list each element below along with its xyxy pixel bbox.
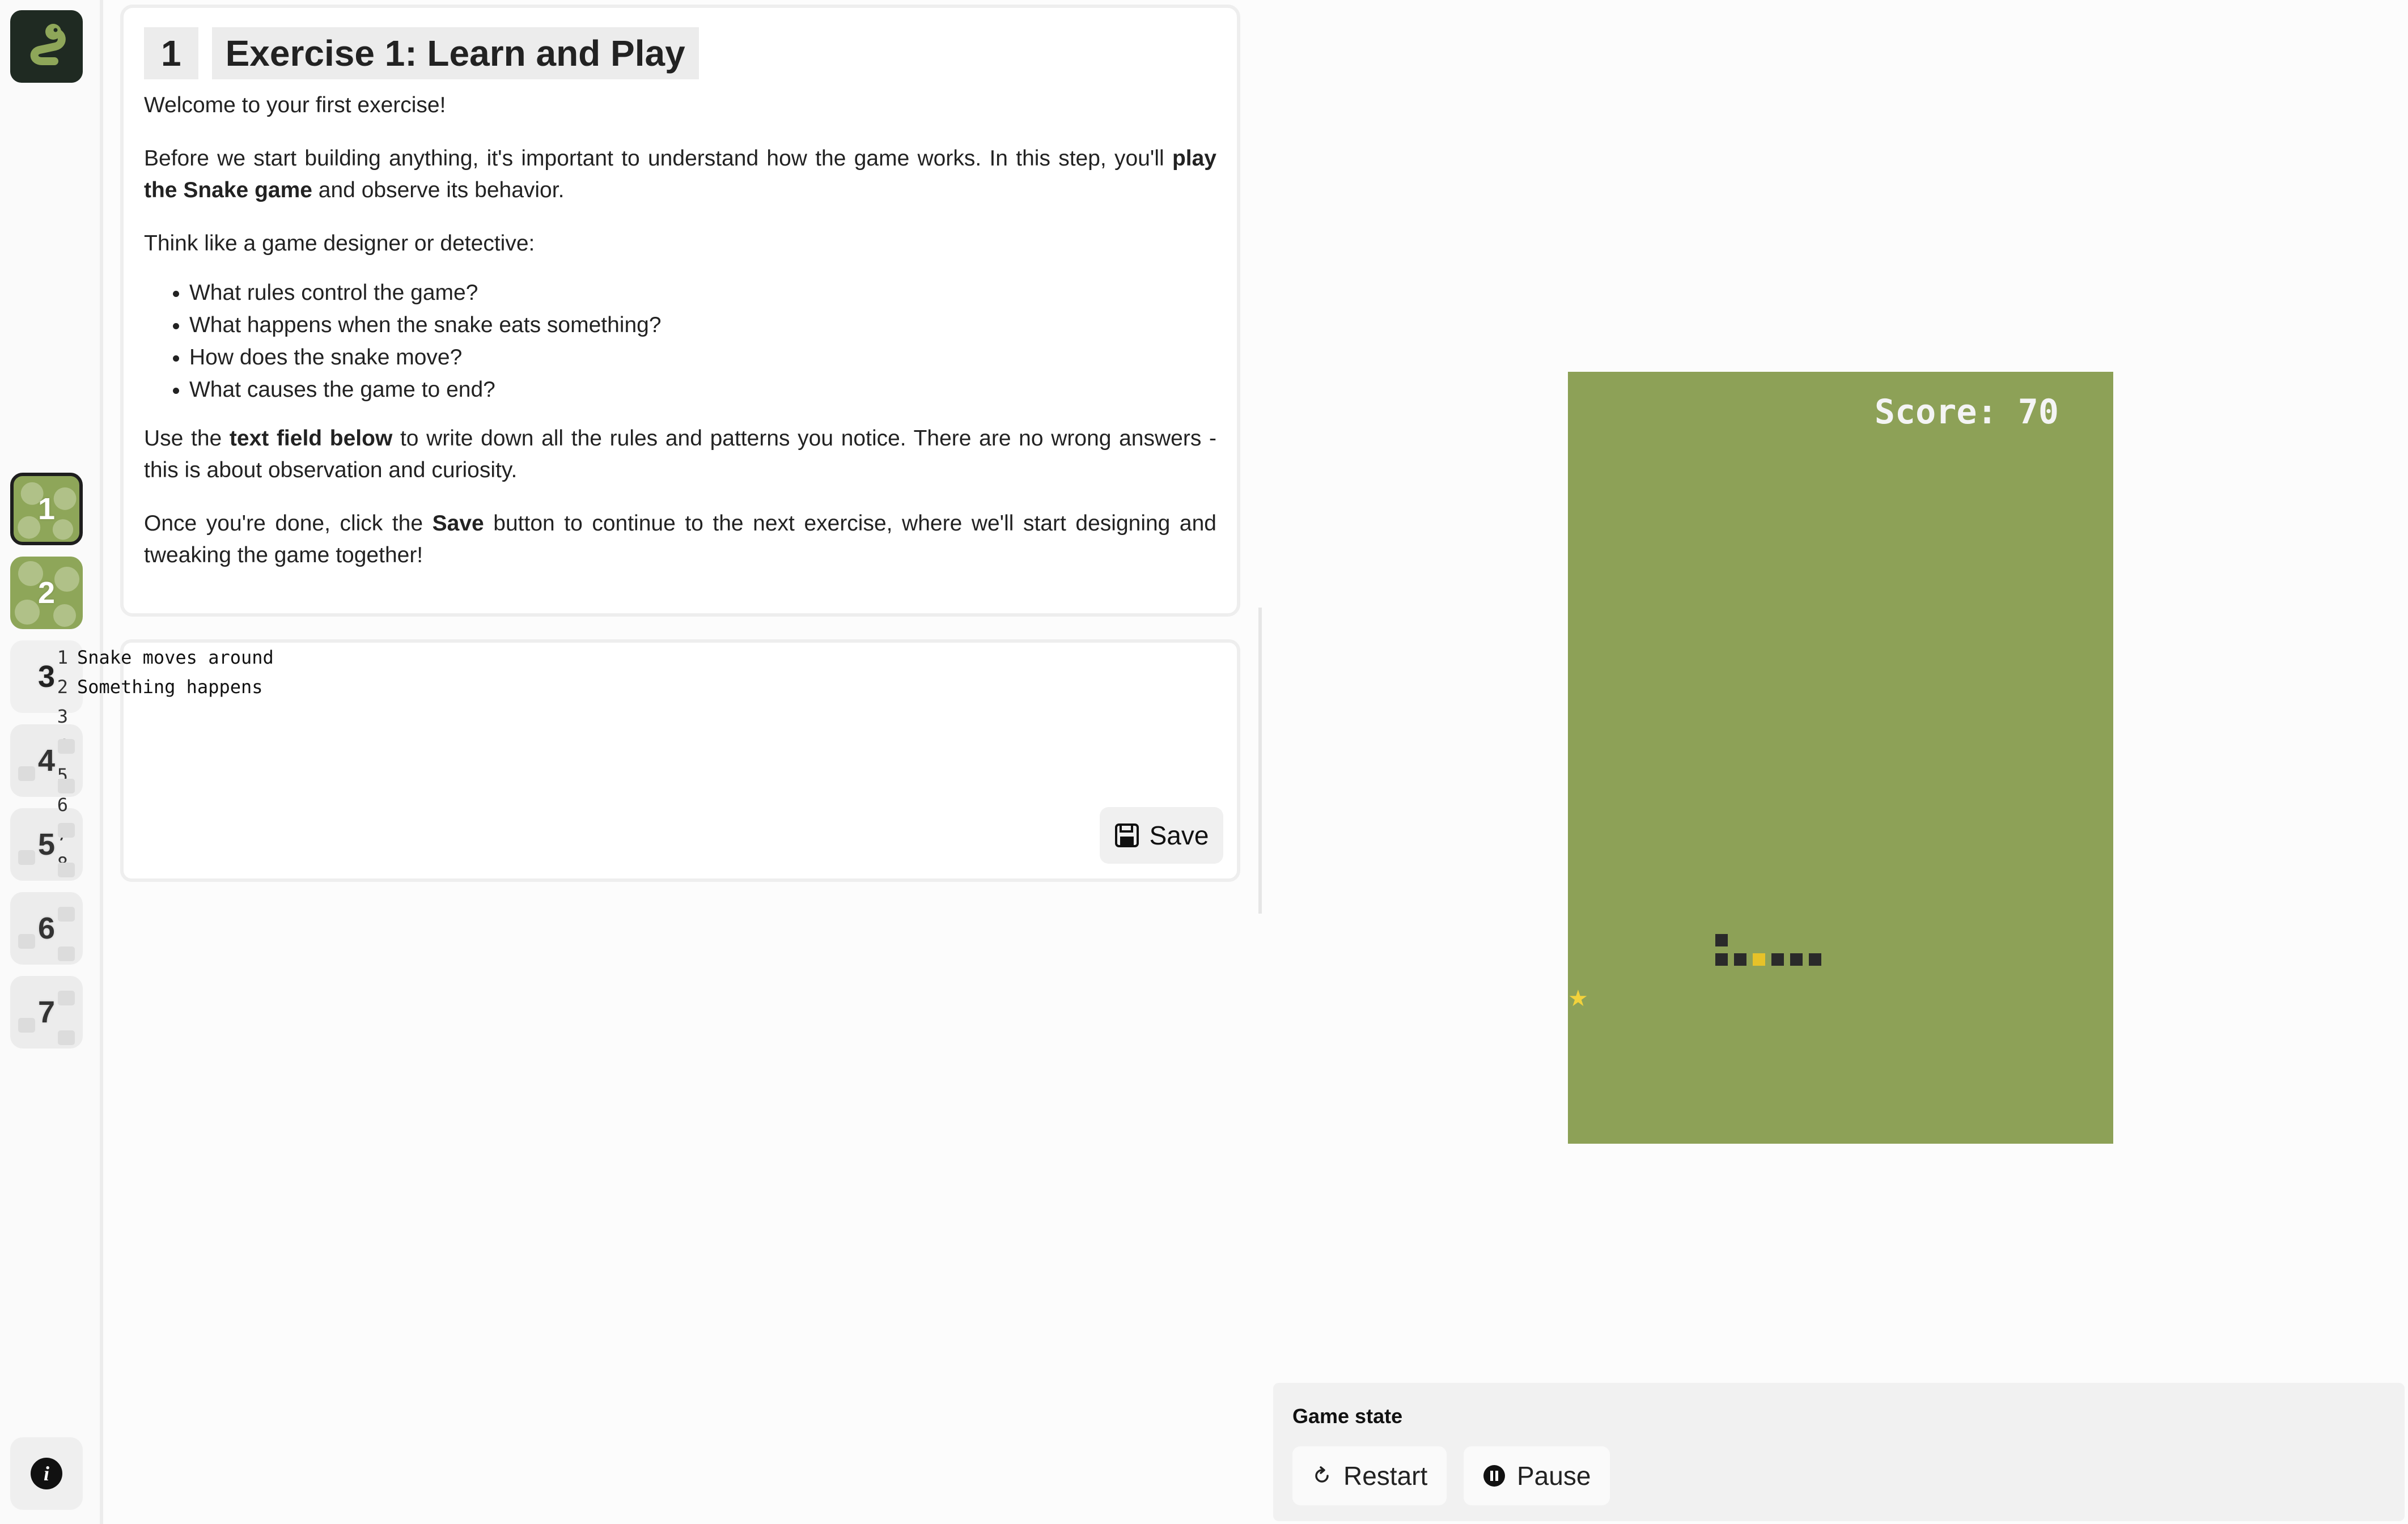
snake-head (1753, 953, 1765, 966)
game-state-panel: Game state Restart Pause (1273, 1383, 2405, 1521)
editor-line: 1 Snake moves around (34, 643, 274, 672)
list-item: What causes the game to end? (189, 373, 1216, 406)
pause-icon (1483, 1465, 1505, 1487)
instructions-card: 1 Exercise 1: Learn and Play Welcome to … (120, 5, 1240, 617)
restart-icon (1315, 1466, 1329, 1483)
paragraph-3: Use the text field below to write down a… (144, 426, 1216, 482)
svg-text:i: i (44, 1462, 49, 1485)
floppy-disk-icon (1114, 823, 1139, 847)
info-button[interactable]: i (10, 1437, 83, 1510)
step-1-label: 1 (37, 492, 56, 526)
step-6-label: 6 (37, 911, 56, 945)
line-text[interactable]: Snake moves around (77, 643, 274, 672)
exercise-number: 1 (144, 27, 198, 79)
pause-label: Pause (1517, 1461, 1591, 1491)
score-display: Score: 70 (1874, 392, 2059, 432)
question-list: What rules control the game? What happen… (144, 277, 1216, 406)
intro-text: Welcome to your first exercise! (144, 93, 446, 117)
snake-segment (1771, 953, 1784, 966)
snake-segment (1715, 934, 1728, 946)
snake-segment (1809, 953, 1821, 966)
snake-segment (1715, 953, 1728, 966)
exercise-title: Exercise 1: Learn and Play (211, 27, 699, 79)
step-2-button[interactable]: 2 (10, 557, 83, 629)
exercise-header: 1 Exercise 1: Learn and Play (144, 27, 1216, 79)
restart-label: Restart (1343, 1461, 1428, 1491)
step-2-label: 2 (37, 576, 56, 610)
save-label: Save (1149, 821, 1209, 850)
editor-line: 2 Something happens (34, 672, 274, 702)
snake-logo-icon[interactable] (10, 10, 83, 83)
list-item: What happens when the snake eats somethi… (189, 309, 1216, 341)
step-5-label: 5 (37, 827, 56, 861)
paragraph-2: Think like a game designer or detective: (144, 231, 535, 256)
step-6-button[interactable]: 6 (10, 892, 83, 965)
save-button[interactable]: Save (1100, 807, 1223, 864)
restart-button[interactable]: Restart (1292, 1446, 1447, 1505)
step-7-label: 7 (37, 995, 56, 1029)
line-text[interactable]: Something happens (77, 672, 263, 702)
game-board[interactable]: Score: 70 ★ (1568, 372, 2113, 1144)
list-item: What rules control the game? (189, 277, 1216, 309)
paragraph-1: Before we start building anything, it's … (144, 146, 1216, 202)
snake-segment (1790, 953, 1803, 966)
list-item: How does the snake move? (189, 341, 1216, 373)
step-4-button[interactable]: 4 (10, 724, 83, 797)
snake-segment (1734, 953, 1746, 966)
step-1-button[interactable]: 1 (10, 473, 83, 545)
panel-resize-handle[interactable] (1258, 608, 1262, 914)
paragraph-4: Once you're done, click the Save button … (144, 511, 1216, 567)
step-5-button[interactable]: 5 (10, 808, 83, 881)
step-4-label: 4 (37, 744, 56, 778)
food-star-icon: ★ (1568, 986, 1588, 1011)
game-state-title: Game state (1292, 1404, 1403, 1428)
step-7-button[interactable]: 7 (10, 976, 83, 1048)
step-3-label: 3 (37, 660, 56, 694)
info-icon: i (31, 1458, 62, 1489)
pause-button[interactable]: Pause (1464, 1446, 1610, 1505)
notes-editor[interactable] (120, 639, 1240, 882)
